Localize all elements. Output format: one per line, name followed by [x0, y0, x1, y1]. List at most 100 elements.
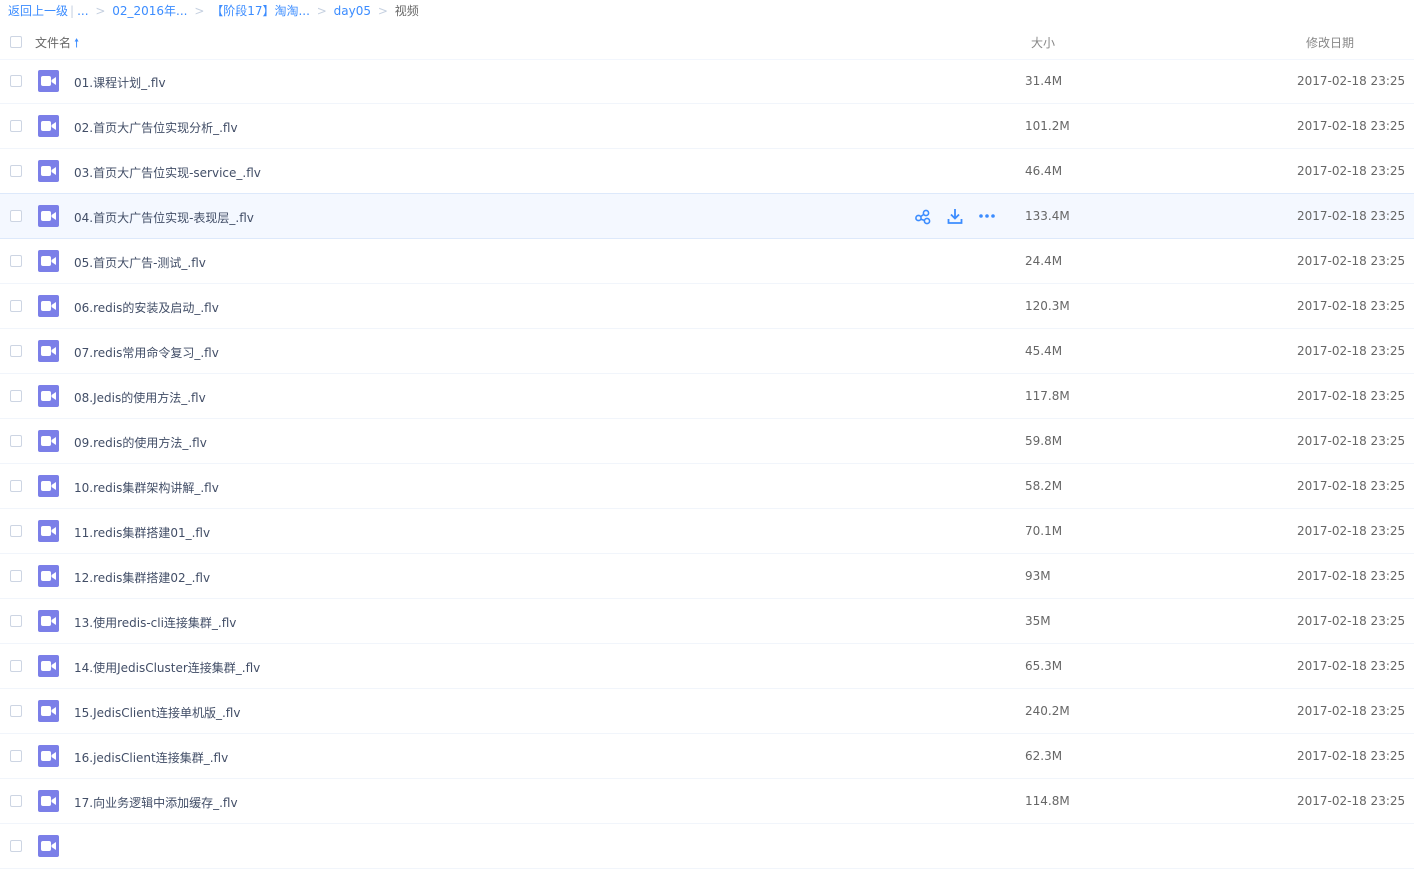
video-file-icon[interactable]: [38, 160, 59, 182]
file-date: 2017-02-18 23:25: [1297, 569, 1406, 583]
file-row[interactable]: 15.JedisClient连接单机版_.flv 240.2M 2017-02-18…: [0, 689, 1414, 734]
row-checkbox[interactable]: [10, 615, 22, 627]
file-name[interactable]: 06.redis的安装及启动_.flv: [74, 299, 219, 316]
video-file-icon[interactable]: [38, 430, 59, 452]
video-file-icon[interactable]: [38, 655, 59, 677]
breadcrumb-item[interactable]: 【阶段17】淘淘...: [211, 4, 310, 18]
file-size: 59.8M: [1025, 434, 1063, 448]
file-name[interactable]: 11.redis集群搭建01_.flv: [74, 524, 210, 541]
video-file-icon[interactable]: [38, 475, 59, 497]
row-checkbox[interactable]: [10, 300, 22, 312]
file-row[interactable]: 04.首页大广告位实现-表现层_.flv 133.4M 2017-02-18 23:…: [0, 193, 1414, 239]
video-file-icon[interactable]: [38, 745, 59, 767]
file-name[interactable]: 15.JedisClient连接单机版_.flv: [74, 704, 240, 721]
breadcrumb-item[interactable]: 02_2016年...: [112, 4, 187, 18]
file-name[interactable]: 01.课程计划_.flv: [74, 74, 166, 91]
more-icon[interactable]: [978, 207, 996, 225]
file-row[interactable]: 12.redis集群搭建02_.flv 93M 2017-02-18 23:25: [0, 554, 1414, 599]
column-header-size[interactable]: 大小: [1031, 34, 1055, 51]
row-checkbox[interactable]: [10, 435, 22, 447]
file-name[interactable]: 08.Jedis的使用方法_.flv: [74, 389, 206, 406]
video-file-icon[interactable]: [38, 115, 59, 137]
video-file-icon[interactable]: [38, 385, 59, 407]
video-file-icon[interactable]: [38, 835, 59, 857]
breadcrumb-item[interactable]: day05: [334, 4, 371, 18]
breadcrumb-separator: >: [194, 4, 205, 18]
file-row[interactable]: 16.jedisClient连接集群_.flv 62.3M 2017-02-18 2…: [0, 734, 1414, 779]
file-row[interactable]: [0, 824, 1414, 869]
file-date: 2017-02-18 23:25: [1297, 659, 1406, 673]
file-date: 2017-02-18 23:25: [1297, 389, 1406, 403]
file-size: 70.1M: [1025, 524, 1063, 538]
file-name[interactable]: 07.redis常用命令复习_.flv: [74, 344, 219, 361]
file-row[interactable]: 06.redis的安装及启动_.flv 120.3M 2017-02-18 23:2…: [0, 284, 1414, 329]
file-date: 2017-02-18 23:25: [1297, 254, 1406, 268]
row-checkbox[interactable]: [10, 210, 22, 222]
file-size: 62.3M: [1025, 749, 1063, 763]
file-row[interactable]: 08.Jedis的使用方法_.flv 117.8M 2017-02-18 23:25: [0, 374, 1414, 419]
video-file-icon[interactable]: [38, 520, 59, 542]
breadcrumb-ellipsis[interactable]: ...: [77, 4, 88, 18]
file-row[interactable]: 01.课程计划_.flv 31.4M 2017-02-18 23:25: [0, 59, 1414, 104]
row-checkbox[interactable]: [10, 345, 22, 357]
row-checkbox[interactable]: [10, 120, 22, 132]
file-name[interactable]: 13.使用redis-cli连接集群_.flv: [74, 614, 236, 631]
row-checkbox[interactable]: [10, 480, 22, 492]
file-row[interactable]: 07.redis常用命令复习_.flv 45.4M 2017-02-18 23:25: [0, 329, 1414, 374]
file-row[interactable]: 03.首页大广告位实现-service_.flv 46.4M 2017-02-18 …: [0, 149, 1414, 194]
video-file-icon[interactable]: [38, 790, 59, 812]
file-row[interactable]: 17.向业务逻辑中添加缓存_.flv 114.8M 2017-02-18 23:25: [0, 779, 1414, 824]
column-header-name[interactable]: 文件名 🠕: [35, 34, 79, 55]
share-icon[interactable]: [914, 207, 932, 225]
file-row[interactable]: 13.使用redis-cli连接集群_.flv 35M 2017-02-18 23:…: [0, 599, 1414, 644]
row-checkbox[interactable]: [10, 795, 22, 807]
breadcrumb-separator: >: [316, 4, 327, 18]
video-file-icon[interactable]: [38, 70, 59, 92]
file-row[interactable]: 05.首页大广告-测试_.flv 24.4M 2017-02-18 23:25: [0, 239, 1414, 284]
back-link[interactable]: 返回上一级: [8, 4, 68, 18]
row-checkbox[interactable]: [10, 255, 22, 267]
row-checkbox[interactable]: [10, 750, 22, 762]
file-row[interactable]: 09.redis的使用方法_.flv 59.8M 2017-02-18 23:25: [0, 419, 1414, 464]
file-name[interactable]: 09.redis的使用方法_.flv: [74, 434, 207, 451]
row-checkbox[interactable]: [10, 390, 22, 402]
file-row[interactable]: 10.redis集群架构讲解_.flv 58.2M 2017-02-18 23:25: [0, 464, 1414, 509]
file-name[interactable]: 16.jedisClient连接集群_.flv: [74, 749, 228, 766]
row-checkbox[interactable]: [10, 660, 22, 672]
file-name[interactable]: 14.使用JedisCluster连接集群_.flv: [74, 659, 260, 676]
file-row[interactable]: 02.首页大广告位实现分析_.flv 101.2M 2017-02-18 23:25: [0, 104, 1414, 149]
video-file-icon[interactable]: [38, 205, 59, 227]
file-row[interactable]: 11.redis集群搭建01_.flv 70.1M 2017-02-18 23:25: [0, 509, 1414, 554]
row-checkbox[interactable]: [10, 840, 22, 852]
file-date: 2017-02-18 23:25: [1297, 209, 1406, 223]
row-checkbox[interactable]: [10, 525, 22, 537]
file-name[interactable]: 10.redis集群架构讲解_.flv: [74, 479, 219, 496]
file-name[interactable]: 05.首页大广告-测试_.flv: [74, 254, 206, 271]
file-name[interactable]: 04.首页大广告位实现-表现层_.flv: [74, 209, 254, 226]
row-checkbox[interactable]: [10, 75, 22, 87]
row-checkbox[interactable]: [10, 165, 22, 177]
breadcrumb-separator: >: [95, 4, 106, 18]
file-row[interactable]: 14.使用JedisCluster连接集群_.flv 65.3M 2017-02-1…: [0, 644, 1414, 689]
video-file-icon[interactable]: [38, 565, 59, 587]
row-checkbox[interactable]: [10, 705, 22, 717]
file-list-header: 文件名 🠕 大小 修改日期: [0, 25, 1414, 60]
video-file-icon[interactable]: [38, 295, 59, 317]
file-name[interactable]: 02.首页大广告位实现分析_.flv: [74, 119, 238, 136]
file-size: 101.2M: [1025, 119, 1070, 133]
column-header-date[interactable]: 修改日期: [1306, 34, 1354, 51]
file-name[interactable]: 17.向业务逻辑中添加缓存_.flv: [74, 794, 238, 811]
file-date: 2017-02-18 23:25: [1297, 119, 1406, 133]
breadcrumb: 返回上一级 |... > 02_2016年... > 【阶段17】淘淘... > …: [8, 0, 419, 22]
row-checkbox[interactable]: [10, 570, 22, 582]
download-icon[interactable]: [946, 207, 964, 225]
file-name[interactable]: 12.redis集群搭建02_.flv: [74, 569, 210, 586]
arrow-up-icon[interactable]: 🠕: [74, 36, 79, 50]
video-file-icon[interactable]: [38, 340, 59, 362]
file-name[interactable]: 03.首页大广告位实现-service_.flv: [74, 164, 261, 181]
video-file-icon[interactable]: [38, 610, 59, 632]
video-file-icon[interactable]: [38, 700, 59, 722]
select-all-checkbox[interactable]: [10, 36, 22, 48]
video-file-icon[interactable]: [38, 250, 59, 272]
file-size: 65.3M: [1025, 659, 1063, 673]
